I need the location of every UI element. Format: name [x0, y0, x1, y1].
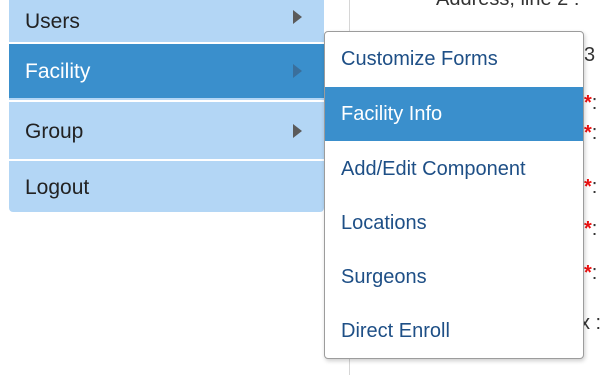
required-form-row: *: [584, 176, 598, 198]
menu-item-label: Users [25, 10, 80, 33]
submenu-arrow-icon [293, 124, 302, 138]
required-form-row: *: [584, 262, 598, 284]
submenu-arrow-icon [293, 10, 302, 24]
menu-item-label: Facility [25, 59, 91, 83]
submenu-item-label: Surgeons [341, 265, 427, 288]
required-star-icon: * [584, 176, 592, 198]
menu-item-users[interactable]: Users [9, 0, 324, 32]
submenu-item-label: Locations [341, 211, 427, 234]
facility-submenu: Customize Forms Facility Info Add/Edit C… [324, 31, 584, 359]
required-star-icon: * [584, 92, 592, 114]
required-star-icon: * [584, 218, 592, 240]
left-nav-menu: Users Facility Group Logout [9, 0, 324, 212]
submenu-item-label: Facility Info [341, 102, 443, 125]
submenu-item-direct-enroll[interactable]: Direct Enroll [325, 304, 583, 358]
form-row-label: 3 : [584, 44, 600, 66]
submenu-item-label: Direct Enroll [341, 319, 450, 342]
submenu-arrow-icon [293, 64, 302, 78]
submenu-item-add-edit-component[interactable]: Add/Edit Component [325, 142, 583, 196]
submenu-item-label: Add/Edit Component [341, 157, 526, 180]
required-star-icon: * [584, 122, 592, 144]
submenu-item-surgeons[interactable]: Surgeons [325, 250, 583, 304]
required-form-row: *: [584, 122, 598, 144]
submenu-item-locations[interactable]: Locations [325, 196, 583, 250]
required-star-icon: * [584, 262, 592, 284]
menu-divider [9, 159, 324, 161]
menu-item-label: Group [25, 119, 84, 143]
menu-item-logout[interactable]: Logout [9, 162, 324, 212]
submenu-item-customize-forms[interactable]: Customize Forms [325, 32, 583, 86]
menu-item-facility[interactable]: Facility [9, 44, 324, 98]
menu-item-group[interactable]: Group [9, 104, 324, 158]
address-line-2-label: Address, line 2 : [436, 0, 579, 11]
submenu-item-facility-info[interactable]: Facility Info [325, 87, 583, 141]
submenu-item-label: Customize Forms [341, 47, 498, 70]
menu-item-label: Logout [25, 175, 90, 199]
required-form-row: *: [584, 218, 598, 240]
required-form-row: *: [584, 92, 598, 114]
menu-divider [9, 100, 324, 102]
